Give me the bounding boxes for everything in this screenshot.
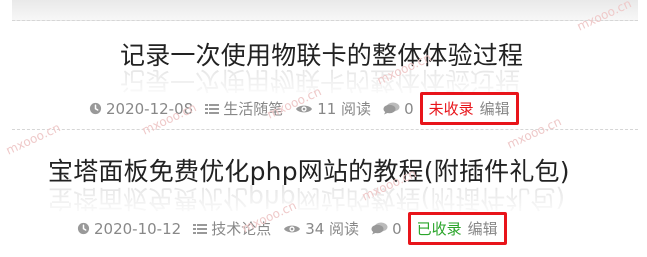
post-title[interactable]: 宝塔面板免费优化php网站的教程(附插件礼包) [48,152,570,188]
index-status-highlight: 未收录 编辑 [419,92,519,125]
post-category[interactable]: 生活随笔 [205,98,283,119]
post-date-text: 2020-12-08 [106,99,194,118]
post-category-text: 技术论点 [211,220,272,238]
post-meta: 2020-12-08 生活随笔 11 阅读 0 未收录 编辑 [89,92,519,125]
post-meta: 2020-10-12 技术论点 34 阅读 0 已收录 编辑 [77,212,507,245]
clock-icon [89,102,102,115]
post-comments-count: 0 [392,219,402,238]
eye-icon [283,223,301,235]
comment-icon [371,222,388,235]
post-views-text: 11 阅读 [317,100,372,118]
post-category-text: 生活随笔 [223,100,284,118]
index-status-highlight: 已收录 编辑 [407,212,507,245]
post-date: 2020-12-08 [89,100,193,118]
post-item: 宝塔面板免费优化php网站的教程(附插件礼包) 宝塔面板免费优化php网站的教程… [0,143,647,253]
post-title[interactable]: 记录一次使用物联卡的整体体验过程 [120,36,523,72]
post-list: 记录一次使用物联卡的整体体验过程 记录一次使用物联卡的整体体验过程 2020-1… [0,0,647,257]
list-icon [205,103,220,115]
post-divider [12,129,638,130]
list-icon [193,223,208,235]
post-views: 34 阅读 [283,218,359,239]
post-comments[interactable]: 0 [371,220,402,238]
post-views: 11 阅读 [295,98,371,119]
post-date-text: 2020-10-12 [94,219,182,238]
clock-icon [77,222,90,235]
post-comments-count: 0 [404,99,414,118]
post-views-text: 34 阅读 [305,220,360,238]
post-item: 记录一次使用物联卡的整体体验过程 记录一次使用物联卡的整体体验过程 2020-1… [0,28,647,128]
post-comments[interactable]: 0 [383,100,414,118]
edit-link[interactable]: 编辑 [468,218,498,239]
top-strip [12,0,638,21]
edit-link[interactable]: 编辑 [480,98,510,119]
eye-icon [295,103,313,115]
post-category[interactable]: 技术论点 [193,218,271,239]
index-status: 已收录 [416,220,462,238]
index-status: 未收录 [428,100,474,118]
post-date: 2020-10-12 [77,220,181,238]
comment-icon [383,102,400,115]
